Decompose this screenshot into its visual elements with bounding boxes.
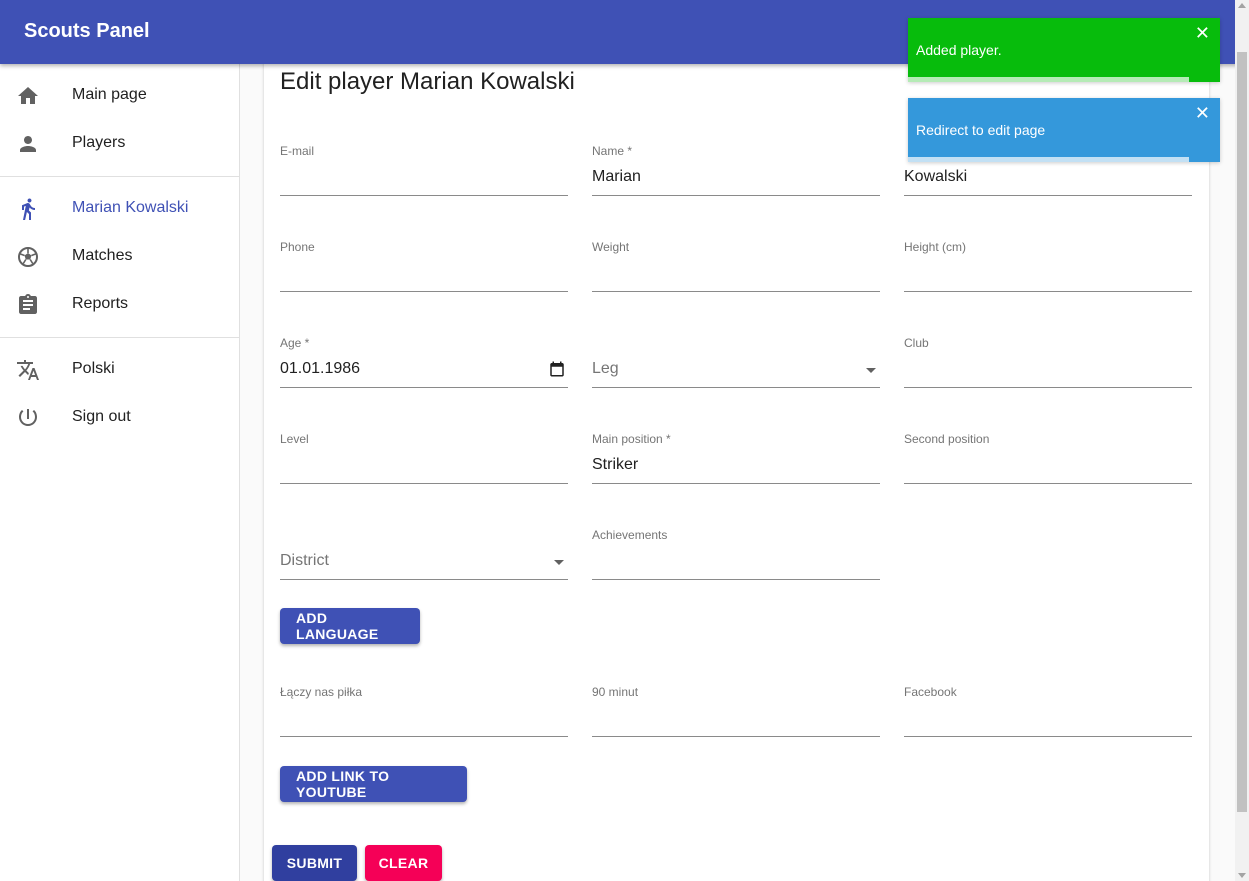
second-position-field[interactable]: Second position — [904, 432, 1192, 484]
toast-info-text: Redirect to edit page — [916, 122, 1046, 138]
home-icon — [16, 84, 40, 108]
level-field[interactable]: Level — [280, 432, 568, 484]
phone-label: Phone — [280, 240, 315, 254]
age-value: 01.01.1986 — [280, 360, 361, 377]
app-title: Scouts Panel — [24, 20, 150, 42]
main-position-value: Striker — [592, 456, 639, 473]
scrollbar-thumb[interactable] — [1237, 52, 1247, 812]
nav-divider — [0, 337, 239, 338]
weight-label: Weight — [592, 240, 630, 254]
district-placeholder: District — [280, 552, 329, 569]
sidebar: Main page Players Marian Kowalski Matche… — [0, 64, 240, 881]
close-icon[interactable]: ✕ — [1195, 24, 1210, 42]
phone-field[interactable]: Phone — [280, 240, 568, 292]
name-value: Marian — [592, 168, 641, 185]
nav-reports-label: Reports — [72, 295, 129, 312]
main-position-label: Main position * — [592, 432, 671, 446]
facebook-label: Facebook — [904, 685, 957, 699]
height-field[interactable]: Height (cm) — [904, 240, 1192, 292]
add-youtube-link-button[interactable]: ADD LINK TO YOUTUBE — [280, 766, 467, 802]
toast-progress-bar — [908, 157, 1189, 162]
soccer-ball-icon — [16, 245, 40, 269]
laczy-nas-pilka-field[interactable]: Łączy nas piłka — [280, 685, 568, 737]
clipboard-icon — [16, 293, 40, 317]
nav-matches[interactable]: Matches — [0, 233, 239, 281]
nav-player-label: Marian Kowalski — [72, 199, 189, 216]
facebook-field[interactable]: Facebook — [904, 685, 1192, 737]
district-select[interactable]: District — [280, 528, 568, 580]
nav-reports[interactable]: Reports — [0, 281, 239, 329]
main-position-field[interactable]: Main position * Striker — [592, 432, 880, 484]
weight-field[interactable]: Weight — [592, 240, 880, 292]
name-label: Name * — [592, 144, 633, 158]
nav-main-page-label: Main page — [72, 86, 147, 103]
ninety-minut-label: 90 minut — [592, 685, 639, 699]
age-field[interactable]: Age * 01.01.1986 — [280, 336, 568, 388]
person-icon — [16, 132, 40, 156]
age-label: Age * — [280, 336, 310, 350]
name-field[interactable]: Name * Marian — [592, 144, 880, 196]
nav-divider — [0, 176, 239, 177]
surname-value: Kowalski — [904, 168, 968, 185]
clear-button[interactable]: CLEAR — [365, 845, 442, 881]
calendar-icon[interactable] — [548, 360, 566, 378]
toast-success: Added player. ✕ — [908, 18, 1220, 82]
nav-language[interactable]: Polski — [0, 346, 239, 394]
nav-sign-out-label: Sign out — [72, 408, 131, 425]
close-icon[interactable]: ✕ — [1195, 104, 1210, 122]
scroll-down-arrow-icon[interactable] — [1238, 873, 1246, 878]
nav-sign-out[interactable]: Sign out — [0, 394, 239, 442]
level-label: Level — [280, 432, 309, 446]
nav-player-marian-kowalski[interactable]: Marian Kowalski — [0, 185, 239, 233]
leg-dropdown-arrow-icon — [866, 368, 876, 373]
second-position-label: Second position — [904, 432, 990, 446]
nav-matches-label: Matches — [72, 247, 133, 264]
toast-progress-bar — [908, 77, 1189, 82]
email-field[interactable]: E-mail — [280, 144, 568, 196]
page-scrollbar[interactable] — [1235, 0, 1249, 881]
leg-placeholder: Leg — [592, 360, 619, 377]
laczy-nas-pilka-label: Łączy nas piłka — [280, 685, 363, 699]
page-title: Edit player Marian Kowalski — [280, 68, 575, 95]
leg-select[interactable]: Leg — [592, 336, 880, 388]
translate-icon — [16, 358, 40, 382]
add-language-button[interactable]: ADD LANGUAGE — [280, 608, 420, 644]
nav-language-label: Polski — [72, 360, 115, 377]
height-label: Height (cm) — [904, 240, 967, 254]
club-field[interactable]: Club — [904, 336, 1192, 388]
achievements-label: Achievements — [592, 528, 668, 542]
nav-players-label: Players — [72, 134, 126, 151]
nav-main-page[interactable]: Main page — [0, 72, 239, 120]
power-icon — [16, 406, 40, 430]
district-dropdown-arrow-icon — [554, 560, 564, 565]
email-label: E-mail — [280, 144, 315, 158]
toast-info: Redirect to edit page ✕ — [908, 98, 1220, 162]
toast-success-text: Added player. — [916, 42, 1002, 58]
nav-players[interactable]: Players — [0, 120, 239, 168]
scroll-up-arrow-icon[interactable] — [1238, 3, 1246, 8]
ninety-minut-field[interactable]: 90 minut — [592, 685, 880, 737]
club-label: Club — [904, 336, 929, 350]
runner-icon — [16, 197, 40, 221]
achievements-field[interactable]: Achievements — [592, 528, 880, 580]
submit-button[interactable]: SUBMIT — [272, 845, 357, 881]
main-content: Edit player Marian Kowalski E-mail Name … — [240, 56, 1235, 881]
